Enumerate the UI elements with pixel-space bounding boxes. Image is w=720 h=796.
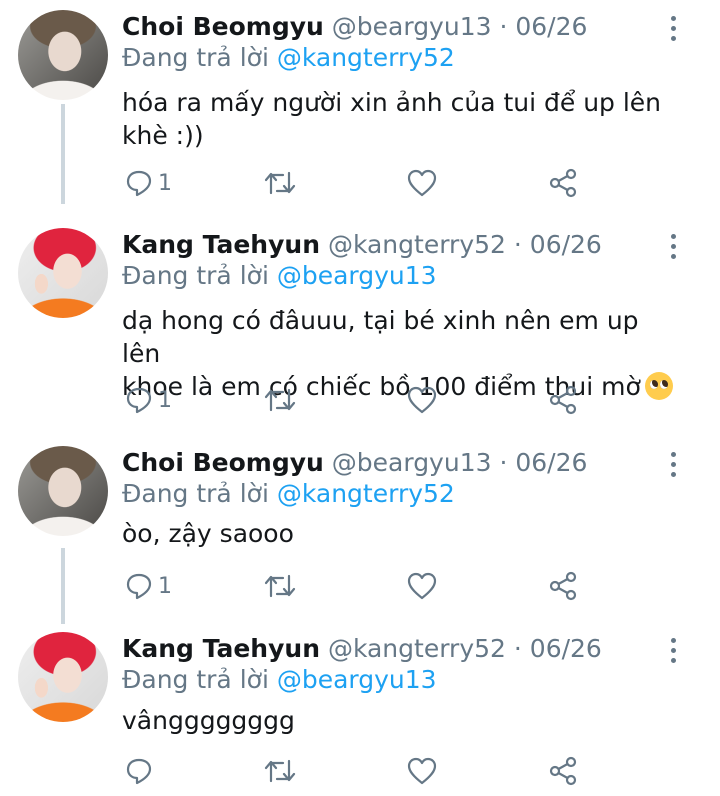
tweet-text: hóa ra mấy người xin ảnh của tui để up l… xyxy=(122,86,682,152)
tweet[interactable]: Kang Taehyun @kangterry52 · 06/26 Đang t… xyxy=(0,622,720,796)
tweet-header: Kang Taehyun @kangterry52 · 06/26 xyxy=(122,230,602,259)
author-handle[interactable]: @kangterry52 xyxy=(328,230,506,259)
tweet-date[interactable]: 06/26 xyxy=(530,634,602,663)
author-name[interactable]: Choi Beomgyu xyxy=(122,448,324,477)
reply-button[interactable]: 1 xyxy=(124,168,172,198)
more-icon[interactable] xyxy=(668,638,678,664)
like-icon xyxy=(407,386,437,414)
like-button[interactable] xyxy=(407,757,437,785)
reply-count: 1 xyxy=(158,387,172,413)
author-name[interactable]: Kang Taehyun xyxy=(122,230,320,259)
tweet-date[interactable]: 06/26 xyxy=(530,230,602,259)
like-icon xyxy=(407,169,437,197)
tweet-header: Kang Taehyun @kangterry52 · 06/26 xyxy=(122,634,602,663)
separator: · xyxy=(513,634,522,663)
like-button[interactable] xyxy=(407,386,437,414)
tweet-text: vângggggggg xyxy=(122,704,682,737)
tweet-text-line: khoe là em có chiếc bồ 100 điểm thui mờ xyxy=(122,370,682,403)
tweet-text-line: dạ hong có đâuuu, tại bé xinh nên em up … xyxy=(122,306,639,368)
reply-count: 1 xyxy=(158,170,172,196)
tweet-text-line: khè :)) xyxy=(122,121,204,150)
reply-icon xyxy=(126,387,152,414)
retweet-button[interactable] xyxy=(263,572,297,600)
mention-link[interactable]: @beargyu13 xyxy=(277,261,437,290)
author-handle[interactable]: @beargyu13 xyxy=(332,12,492,41)
replying-to: Đang trả lời @kangterry52 xyxy=(122,479,455,508)
share-icon xyxy=(549,756,577,786)
retweet-button[interactable] xyxy=(263,386,297,414)
tweet[interactable]: Choi Beomgyu @beargyu13 · 06/26 Đang trả… xyxy=(0,436,720,622)
retweet-icon xyxy=(264,171,296,195)
tweet-text-line: vângggggggg xyxy=(122,706,295,735)
reply-button[interactable] xyxy=(124,756,158,786)
avatar[interactable] xyxy=(18,10,108,100)
author-name[interactable]: Kang Taehyun xyxy=(122,634,320,663)
more-icon[interactable] xyxy=(668,16,678,42)
tweet-date[interactable]: 06/26 xyxy=(515,448,587,477)
share-icon xyxy=(549,571,577,601)
reply-button[interactable]: 1 xyxy=(124,571,172,601)
replying-label: Đang trả lời xyxy=(122,479,269,508)
replying-label: Đang trả lời xyxy=(122,43,269,72)
reply-button[interactable]: 1 xyxy=(124,385,172,415)
retweet-button[interactable] xyxy=(263,757,297,785)
share-button[interactable] xyxy=(548,385,578,415)
tweet-header: Choi Beomgyu @beargyu13 · 06/26 xyxy=(122,12,587,41)
tweet[interactable]: Kang Taehyun @kangterry52 · 06/26 Đang t… xyxy=(0,218,720,436)
separator: · xyxy=(499,12,508,41)
like-button[interactable] xyxy=(407,169,437,197)
reply-icon xyxy=(126,573,152,600)
replying-to: Đang trả lời @beargyu13 xyxy=(122,261,437,290)
share-button[interactable] xyxy=(548,571,578,601)
author-handle[interactable]: @beargyu13 xyxy=(332,448,492,477)
mention-link[interactable]: @kangterry52 xyxy=(277,43,455,72)
share-button[interactable] xyxy=(548,756,578,786)
author-handle[interactable]: @kangterry52 xyxy=(328,634,506,663)
separator: · xyxy=(499,448,508,477)
replying-label: Đang trả lời xyxy=(122,261,269,290)
tweet-text-line: òo, zậy saooo xyxy=(122,519,294,548)
mention-link[interactable]: @beargyu13 xyxy=(277,665,437,694)
separator: · xyxy=(513,230,522,259)
share-icon xyxy=(549,385,577,415)
retweet-icon xyxy=(264,759,296,783)
author-name[interactable]: Choi Beomgyu xyxy=(122,12,324,41)
more-icon[interactable] xyxy=(668,234,678,260)
retweet-icon xyxy=(264,388,296,412)
reply-icon xyxy=(126,758,152,785)
tweet-text: dạ hong có đâuuu, tại bé xinh nên em up … xyxy=(122,304,682,403)
pleading-face-emoji-icon xyxy=(644,372,673,400)
like-button[interactable] xyxy=(407,572,437,600)
replying-label: Đang trả lời xyxy=(122,665,269,694)
avatar[interactable] xyxy=(18,446,108,536)
share-icon xyxy=(549,168,577,198)
like-icon xyxy=(407,757,437,785)
tweet-text: òo, zậy saooo xyxy=(122,517,682,550)
mention-link[interactable]: @kangterry52 xyxy=(277,479,455,508)
like-icon xyxy=(407,572,437,600)
avatar[interactable] xyxy=(18,228,108,318)
reply-icon xyxy=(126,170,152,197)
avatar[interactable] xyxy=(18,632,108,722)
share-button[interactable] xyxy=(548,168,578,198)
replying-to: Đang trả lời @beargyu13 xyxy=(122,665,437,694)
tweet[interactable]: Choi Beomgyu @beargyu13 · 06/26 Đang trả… xyxy=(0,0,720,220)
more-icon[interactable] xyxy=(668,452,678,478)
tweet-date[interactable]: 06/26 xyxy=(515,12,587,41)
tweet-header: Choi Beomgyu @beargyu13 · 06/26 xyxy=(122,448,587,477)
retweet-button[interactable] xyxy=(263,169,297,197)
replying-to: Đang trả lời @kangterry52 xyxy=(122,43,455,72)
tweet-text-line: hóa ra mấy người xin ảnh của tui để up l… xyxy=(122,88,662,117)
reply-count: 1 xyxy=(158,573,172,599)
retweet-icon xyxy=(264,574,296,598)
